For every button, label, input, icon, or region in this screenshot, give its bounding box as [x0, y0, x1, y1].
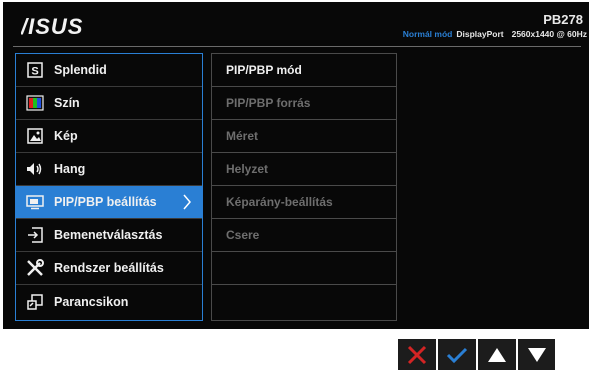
menu-item-shortcut[interactable]: Parancsikon — [16, 285, 202, 318]
menu-item-image[interactable]: Kép — [16, 120, 202, 153]
check-icon — [446, 347, 468, 363]
confirm-button[interactable] — [438, 339, 476, 370]
menu-item-label: PIP/PBP beállítás — [54, 195, 157, 209]
image-icon — [26, 127, 44, 145]
submenu-item-pip-pbp-source[interactable]: PIP/PBP forrás — [212, 87, 396, 120]
menu-item-label: Parancsikon — [54, 294, 129, 309]
down-button[interactable] — [518, 339, 555, 370]
down-arrow-icon — [527, 347, 546, 362]
svg-text:/ISUS: /ISUS — [21, 14, 83, 38]
osd-panel: /ISUS PB278 Normál mód DisplayPort 2560x14… — [3, 2, 589, 329]
menu-item-sound[interactable]: Hang — [16, 153, 202, 186]
submenu-item-empty — [212, 285, 396, 318]
submenu-item-position[interactable]: Helyzet — [212, 153, 396, 186]
asus-logo: /ISUS — [21, 14, 83, 38]
chevron-right-icon — [182, 193, 192, 214]
up-arrow-icon — [488, 347, 506, 362]
svg-text:S: S — [31, 66, 38, 78]
resolution-label: 2560x1440 @ 60Hz — [511, 29, 587, 39]
cancel-button[interactable] — [398, 339, 436, 370]
wrench-icon — [26, 259, 44, 277]
close-icon — [407, 345, 427, 364]
divider — [13, 46, 581, 47]
menu-item-label: Szín — [54, 96, 80, 110]
mode-label: Normál mód — [402, 29, 453, 39]
menu-item-color[interactable]: Szín — [16, 87, 202, 120]
source-label: DisplayPort — [456, 29, 504, 39]
menu-item-input-select[interactable]: Bemenetválasztás — [16, 219, 202, 252]
menu-item-pip-pbp[interactable]: PIP/PBP beállítás — [16, 186, 202, 219]
status-bar: Normál mód DisplayPort 2560x1440 @ 60Hz — [403, 29, 587, 39]
up-button[interactable] — [478, 339, 516, 370]
submenu-item-size[interactable]: Méret — [212, 120, 396, 153]
submenu-item-swap[interactable]: Csere — [212, 219, 396, 252]
menu-item-splendid[interactable]: S Splendid — [16, 54, 202, 87]
submenu-item-aspect-ratio[interactable]: Képarány-beállítás — [212, 186, 396, 219]
input-icon — [26, 226, 44, 244]
main-menu: S Splendid Szín Kép Hang PIP/PBP beállít… — [15, 53, 203, 321]
menu-item-label: Rendszer beállítás — [54, 261, 164, 275]
submenu: PIP/PBP mód PIP/PBP forrás Méret Helyzet… — [211, 53, 397, 321]
speaker-icon — [26, 160, 44, 178]
shortcut-icon — [26, 293, 44, 311]
menu-item-label: Kép — [54, 129, 78, 143]
model-name: PB278 — [543, 12, 583, 27]
submenu-item-pip-pbp-mode[interactable]: PIP/PBP mód — [212, 54, 396, 87]
splendid-icon: S — [26, 61, 44, 79]
menu-item-label: Splendid — [54, 63, 107, 77]
submenu-item-empty — [212, 252, 396, 285]
menu-item-label: Bemenetválasztás — [54, 228, 163, 242]
menu-item-label: Hang — [54, 162, 86, 176]
pip-icon — [26, 193, 44, 211]
menu-item-system-settings[interactable]: Rendszer beállítás — [16, 252, 202, 285]
color-icon — [26, 94, 44, 112]
